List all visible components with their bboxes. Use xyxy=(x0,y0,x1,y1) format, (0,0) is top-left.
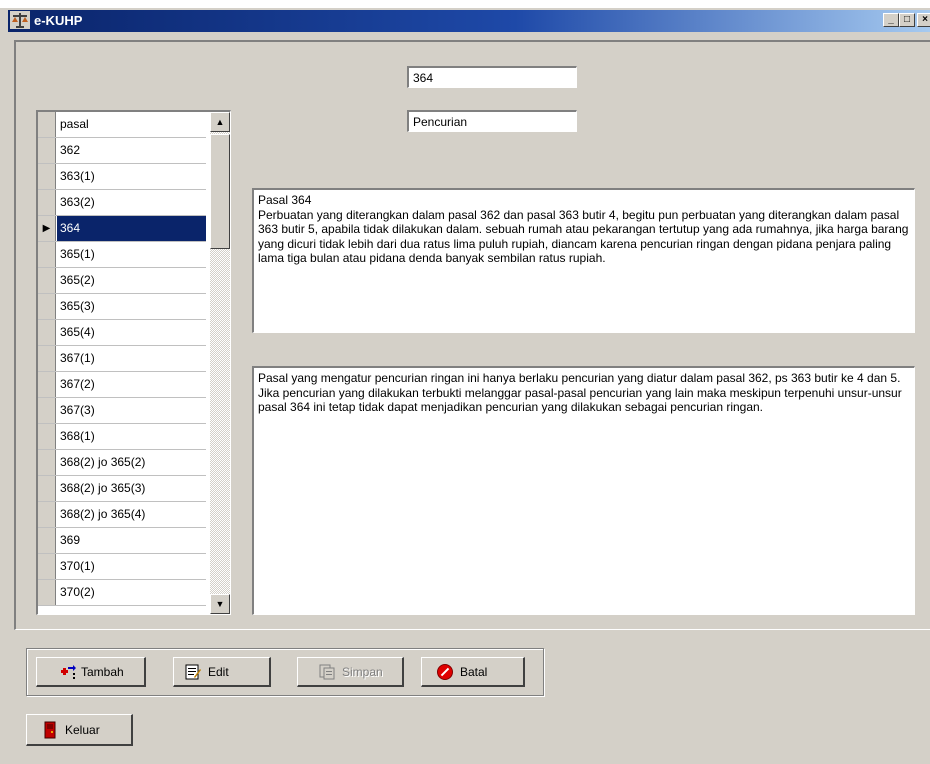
grid-header-row: pasal xyxy=(38,112,206,138)
pasal-text-memo[interactable]: Pasal 364 Perbuatan yang diterangkan dal… xyxy=(252,188,915,333)
grid-row[interactable]: 368(2) jo 365(2) xyxy=(38,450,206,476)
row-indicator xyxy=(38,242,56,267)
row-indicator xyxy=(38,372,56,397)
pasal-title-field[interactable]: Pencurian xyxy=(407,110,577,132)
grid-row[interactable]: 368(1) xyxy=(38,424,206,450)
row-indicator xyxy=(38,450,56,475)
row-indicator xyxy=(38,554,56,579)
tambah-label: Tambah xyxy=(81,665,124,679)
pasal-grid[interactable]: pasal 362 363(1) 363(2) ▶ 364 365(1) 365(2) 365… xyxy=(36,110,231,615)
row-indicator xyxy=(38,268,56,293)
grid-row[interactable]: 367(1) xyxy=(38,346,206,372)
edit-label: Edit xyxy=(208,665,229,679)
grid-row[interactable]: 370(2) xyxy=(38,580,206,606)
grid-row[interactable]: 367(3) xyxy=(38,398,206,424)
grid-row[interactable]: 365(1) xyxy=(38,242,206,268)
simpan-button[interactable]: Simpan xyxy=(297,657,404,687)
row-indicator xyxy=(38,294,56,319)
grid-cell-pasal: 369 xyxy=(60,533,81,547)
grid-cell-pasal: 365(4) xyxy=(60,325,95,339)
maximize-button[interactable]: □ xyxy=(899,13,915,27)
app-window: e-KUHP _ □ × 364 Pencurian pasal 362 363(… xyxy=(0,0,930,764)
grid-row[interactable]: 365(2) xyxy=(38,268,206,294)
scroll-down-button[interactable]: ▼ xyxy=(210,594,230,614)
close-button[interactable]: × xyxy=(917,13,930,27)
grid-cell-pasal: 368(2) jo 365(3) xyxy=(60,481,146,495)
grid-cell-pasal: 368(1) xyxy=(60,429,95,443)
grid-cell-pasal: 365(3) xyxy=(60,299,95,313)
grid-cell-pasal: 370(2) xyxy=(60,585,95,599)
grid-cell-pasal: 367(1) xyxy=(60,351,95,365)
grid-cell-pasal: 367(2) xyxy=(60,377,95,391)
row-indicator xyxy=(38,476,56,501)
grid-cell-pasal: 365(1) xyxy=(60,247,95,261)
row-indicator xyxy=(38,424,56,449)
add-record-icon xyxy=(61,665,76,679)
row-indicator xyxy=(38,528,56,553)
batal-label: Batal xyxy=(460,665,488,679)
grid-row[interactable]: 365(4) xyxy=(38,320,206,346)
grid-row[interactable]: 367(2) xyxy=(38,372,206,398)
grid-rows: pasal 362 363(1) 363(2) ▶ 364 365(1) 365(2) 365… xyxy=(38,112,206,606)
grid-row[interactable]: 363(2) xyxy=(38,190,206,216)
action-button-group: Tambah Edit Simpan Batal xyxy=(26,648,544,696)
row-indicator xyxy=(38,320,56,345)
scroll-thumb[interactable] xyxy=(210,134,230,249)
grid-cell-pasal: 365(2) xyxy=(60,273,95,287)
save-document-icon xyxy=(319,664,335,680)
scales-icon xyxy=(10,11,30,29)
keluar-label: Keluar xyxy=(65,723,100,737)
desktop-strip xyxy=(0,0,930,8)
grid-row[interactable]: 369 xyxy=(38,528,206,554)
row-indicator xyxy=(38,502,56,527)
grid-row[interactable]: 368(2) jo 365(4) xyxy=(38,502,206,528)
edit-document-icon xyxy=(185,664,201,680)
batal-button[interactable]: Batal xyxy=(421,657,525,687)
minimize-button[interactable]: _ xyxy=(883,13,899,27)
grid-row[interactable]: 362 xyxy=(38,138,206,164)
grid-cell-pasal: 368(2) jo 365(4) xyxy=(60,507,146,521)
grid-cell-pasal: 370(1) xyxy=(60,559,95,573)
grid-row[interactable]: 363(1) xyxy=(38,164,206,190)
grid-cell-pasal: 364 xyxy=(57,216,206,241)
title-bar[interactable]: e-KUHP _ □ × xyxy=(8,10,930,32)
grid-vertical-scrollbar[interactable]: ▲ ▼ xyxy=(210,112,230,614)
window-title: e-KUHP xyxy=(34,13,83,28)
cancel-icon xyxy=(437,664,453,680)
pasal-number-field[interactable]: 364 xyxy=(407,66,577,88)
header-indicator xyxy=(38,112,56,137)
grid-cell-pasal: 363(1) xyxy=(60,169,95,183)
explanation-memo[interactable]: Pasal yang mengatur pencurian ringan ini… xyxy=(252,366,915,615)
row-indicator xyxy=(38,580,56,605)
row-indicator: ▶ xyxy=(38,216,56,241)
grid-cell-pasal: 368(2) jo 365(2) xyxy=(60,455,146,469)
row-indicator xyxy=(38,138,56,163)
grid-row[interactable]: 365(3) xyxy=(38,294,206,320)
grid-row[interactable]: 368(2) jo 365(3) xyxy=(38,476,206,502)
keluar-button[interactable]: Keluar xyxy=(26,714,133,746)
row-indicator xyxy=(38,190,56,215)
tambah-button[interactable]: Tambah xyxy=(36,657,146,687)
simpan-label: Simpan xyxy=(342,665,383,679)
scroll-up-button[interactable]: ▲ xyxy=(210,112,230,132)
grid-cell-pasal: 362 xyxy=(60,143,81,157)
row-indicator xyxy=(38,164,56,189)
exit-door-icon xyxy=(44,721,56,739)
grid-row[interactable]: ▶ 364 xyxy=(38,216,206,242)
grid-cell-pasal: 367(3) xyxy=(60,403,95,417)
edit-button[interactable]: Edit xyxy=(173,657,271,687)
grid-header-pasal[interactable]: pasal xyxy=(60,117,89,131)
grid-row[interactable]: 370(1) xyxy=(38,554,206,580)
grid-cell-pasal: 363(2) xyxy=(60,195,95,209)
row-indicator xyxy=(38,346,56,371)
row-indicator xyxy=(38,398,56,423)
